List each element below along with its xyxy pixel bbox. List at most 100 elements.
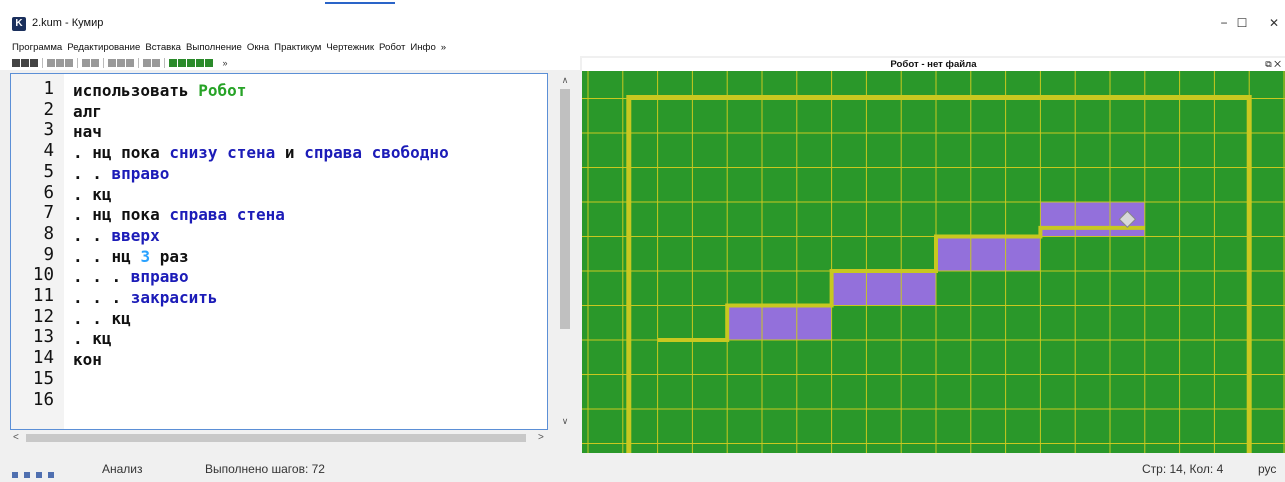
code-token: использовать xyxy=(73,81,199,100)
status-icons xyxy=(12,466,60,482)
painted-cell xyxy=(866,271,902,306)
editor-horizontal-scrollbar[interactable]: < > xyxy=(10,431,556,445)
code-token: раз xyxy=(150,246,189,266)
code-token: . нц пока xyxy=(73,205,170,225)
undo-icon[interactable] xyxy=(82,59,90,67)
code-line[interactable]: . . вправо xyxy=(73,164,169,183)
line-number: 11 xyxy=(32,286,54,306)
menu-item-6[interactable]: Чертежник xyxy=(326,42,374,53)
cut-icon[interactable] xyxy=(47,59,55,67)
menu-item-0[interactable]: Программа xyxy=(12,42,62,53)
robot-panel-controls[interactable]: ⧉ ✕ xyxy=(1265,58,1281,71)
turtle-icon[interactable] xyxy=(196,59,204,67)
menu-item-7[interactable]: Робот xyxy=(379,42,405,53)
code-line[interactable]: . . кц xyxy=(73,309,131,328)
painted-cell xyxy=(1040,202,1076,237)
open-file-icon[interactable] xyxy=(21,59,29,67)
code-token: . . кц xyxy=(73,308,131,328)
code-line[interactable]: . . нц 3 раз xyxy=(73,247,189,266)
robot-field xyxy=(582,71,1285,453)
hscrollbar-thumb[interactable] xyxy=(26,434,526,442)
code-token: вверх xyxy=(111,225,160,245)
robot-grid-icon[interactable] xyxy=(178,59,186,67)
code-token: закрасить xyxy=(130,288,218,307)
line-number: 4 xyxy=(43,141,54,162)
line-number: 6 xyxy=(43,182,54,203)
line-number: 16 xyxy=(32,389,54,410)
redo-icon[interactable] xyxy=(91,59,99,67)
paste-icon[interactable] xyxy=(65,59,73,67)
menu-item-1[interactable]: Редактирование xyxy=(67,42,140,53)
line-number: 14 xyxy=(32,348,54,369)
kumir-window: K 2.kum - Кумир − ☐ ✕ Программа Редактиро… xyxy=(0,0,1285,478)
line-number: 3 xyxy=(43,120,54,141)
painted-cell xyxy=(1075,202,1110,237)
menu-item-8[interactable]: Инфо xyxy=(410,42,435,53)
save-icon[interactable] xyxy=(30,59,38,67)
toolbar: » xyxy=(0,56,580,70)
code-token: . . нц xyxy=(73,246,141,266)
painted-cell xyxy=(796,305,832,340)
code-line[interactable]: нач xyxy=(73,122,102,141)
code-line[interactable]: алг xyxy=(73,102,102,121)
line-number: 15 xyxy=(32,368,54,389)
status-cursor: Стр: 14, Кол: 4 xyxy=(1142,462,1224,476)
toolbar-more[interactable]: » xyxy=(222,56,227,70)
code-line[interactable]: . . вверх xyxy=(73,226,160,245)
close-button[interactable]: ✕ xyxy=(1254,12,1285,36)
status-mode: Анализ xyxy=(102,462,143,476)
kumir-app-icon: K xyxy=(12,17,26,31)
status-icon xyxy=(24,472,30,478)
code-token: . нц пока xyxy=(73,143,170,163)
menu-item-4[interactable]: Окна xyxy=(247,42,269,53)
code-token: Робот xyxy=(198,81,247,100)
run-step-icon[interactable] xyxy=(117,59,125,67)
robot-window-icon[interactable] xyxy=(169,59,177,67)
status-bar: Анализ Выполнено шагов: 72 Стр: 14, Кол:… xyxy=(0,461,1285,478)
code-line[interactable]: . кц xyxy=(73,329,112,348)
copy-icon[interactable] xyxy=(56,59,64,67)
painted-cell xyxy=(936,236,971,271)
step-out-icon[interactable] xyxy=(152,59,160,67)
code-line[interactable]: . нц пока снизу стена и справа свободно xyxy=(73,143,449,162)
scroll-up-icon[interactable]: ∧ xyxy=(557,75,573,86)
scroll-right-icon[interactable]: > xyxy=(538,431,544,445)
code-line[interactable]: использовать Робот xyxy=(73,81,246,100)
code-token: алг xyxy=(73,101,102,121)
status-language: рус xyxy=(1258,462,1277,476)
code-token: справа свободно xyxy=(304,143,449,163)
code-editor[interactable]: 1 2 3 4 5 6 7 8 9 10 11 12 13 14 15 16 использовать Робо… xyxy=(10,73,548,430)
stop-icon[interactable] xyxy=(126,59,134,67)
line-number: 13 xyxy=(32,327,54,348)
robot-field-icon[interactable] xyxy=(187,59,195,67)
code-token: . . xyxy=(73,163,112,183)
field-border-wall xyxy=(626,95,1252,453)
status-icon xyxy=(48,472,54,478)
code-token: справа стена xyxy=(169,205,285,225)
menu-item-5[interactable]: Практикум xyxy=(274,42,321,53)
code-token: и xyxy=(275,143,305,163)
painted-cell xyxy=(831,271,867,306)
code-line[interactable]: . кц xyxy=(73,185,112,204)
step-into-icon[interactable] xyxy=(143,59,151,67)
status-icon xyxy=(12,472,18,478)
code-line[interactable]: . нц пока справа стена xyxy=(73,205,285,224)
code-line[interactable]: . . . закрасить xyxy=(73,288,218,307)
code-token: . . xyxy=(73,225,112,245)
editor-vertical-scrollbar[interactable]: ∧ ∨ xyxy=(557,73,573,430)
code-line[interactable]: . . . вправо xyxy=(73,267,189,286)
code-token: . . . xyxy=(73,267,131,287)
line-number: 10 xyxy=(32,265,54,286)
scroll-left-icon[interactable]: < xyxy=(13,431,19,445)
line-number: 1 xyxy=(43,79,54,99)
vodoley-icon[interactable] xyxy=(205,59,213,67)
run-icon[interactable] xyxy=(108,59,116,67)
scroll-down-icon[interactable]: ∨ xyxy=(557,416,573,427)
menu-item-3[interactable]: Выполнение xyxy=(186,42,242,53)
code-token: . кц xyxy=(73,184,112,204)
menu-item-9[interactable]: » xyxy=(441,42,446,53)
scrollbar-thumb[interactable] xyxy=(560,89,570,329)
menu-item-2[interactable]: Вставка xyxy=(145,42,181,53)
code-line[interactable]: кон xyxy=(73,350,102,369)
new-file-icon[interactable] xyxy=(12,59,20,67)
